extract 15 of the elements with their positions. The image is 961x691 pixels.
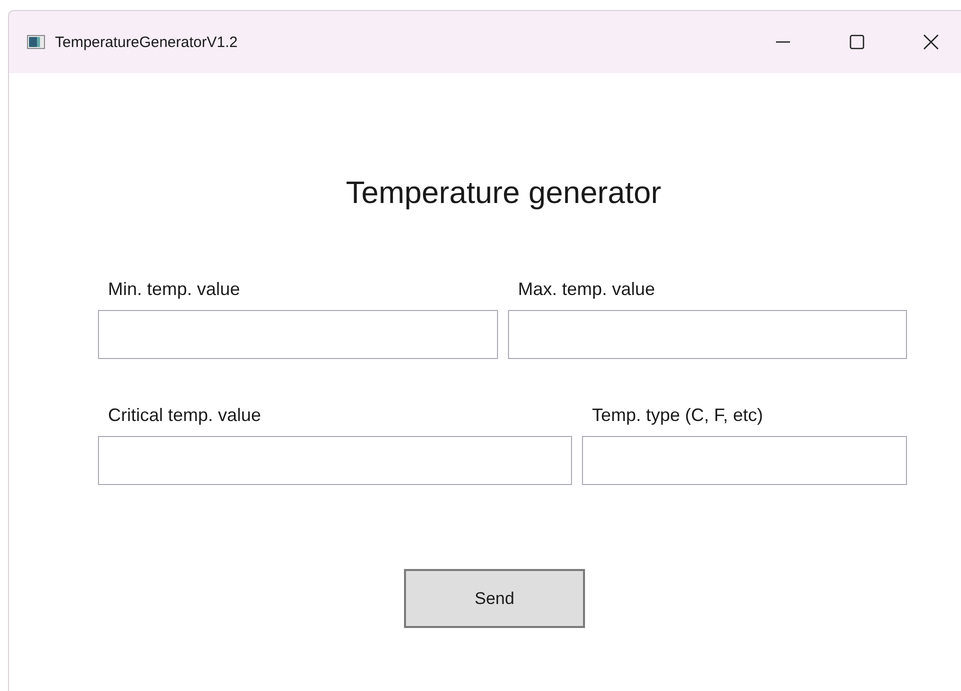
input-field[interactable] <box>98 436 572 485</box>
input-field[interactable] <box>98 310 498 359</box>
minimize-icon <box>776 41 790 43</box>
maximize-icon <box>848 33 866 51</box>
app-icon <box>27 35 45 49</box>
field-label: Min. temp. value <box>107 279 242 300</box>
close-icon <box>922 33 940 51</box>
input-field[interactable] <box>508 310 907 359</box>
heading: Temperature generator <box>344 175 662 211</box>
field-label: Max. temp. value <box>517 279 656 300</box>
field-label: Temp. type (C, F, etc) <box>591 405 764 426</box>
window-title: TemperatureGeneratorV1.2 <box>55 34 239 50</box>
input-field[interactable] <box>582 436 907 485</box>
send-button[interactable]: Send <box>404 569 585 628</box>
field-label: Critical temp. value <box>107 405 262 426</box>
